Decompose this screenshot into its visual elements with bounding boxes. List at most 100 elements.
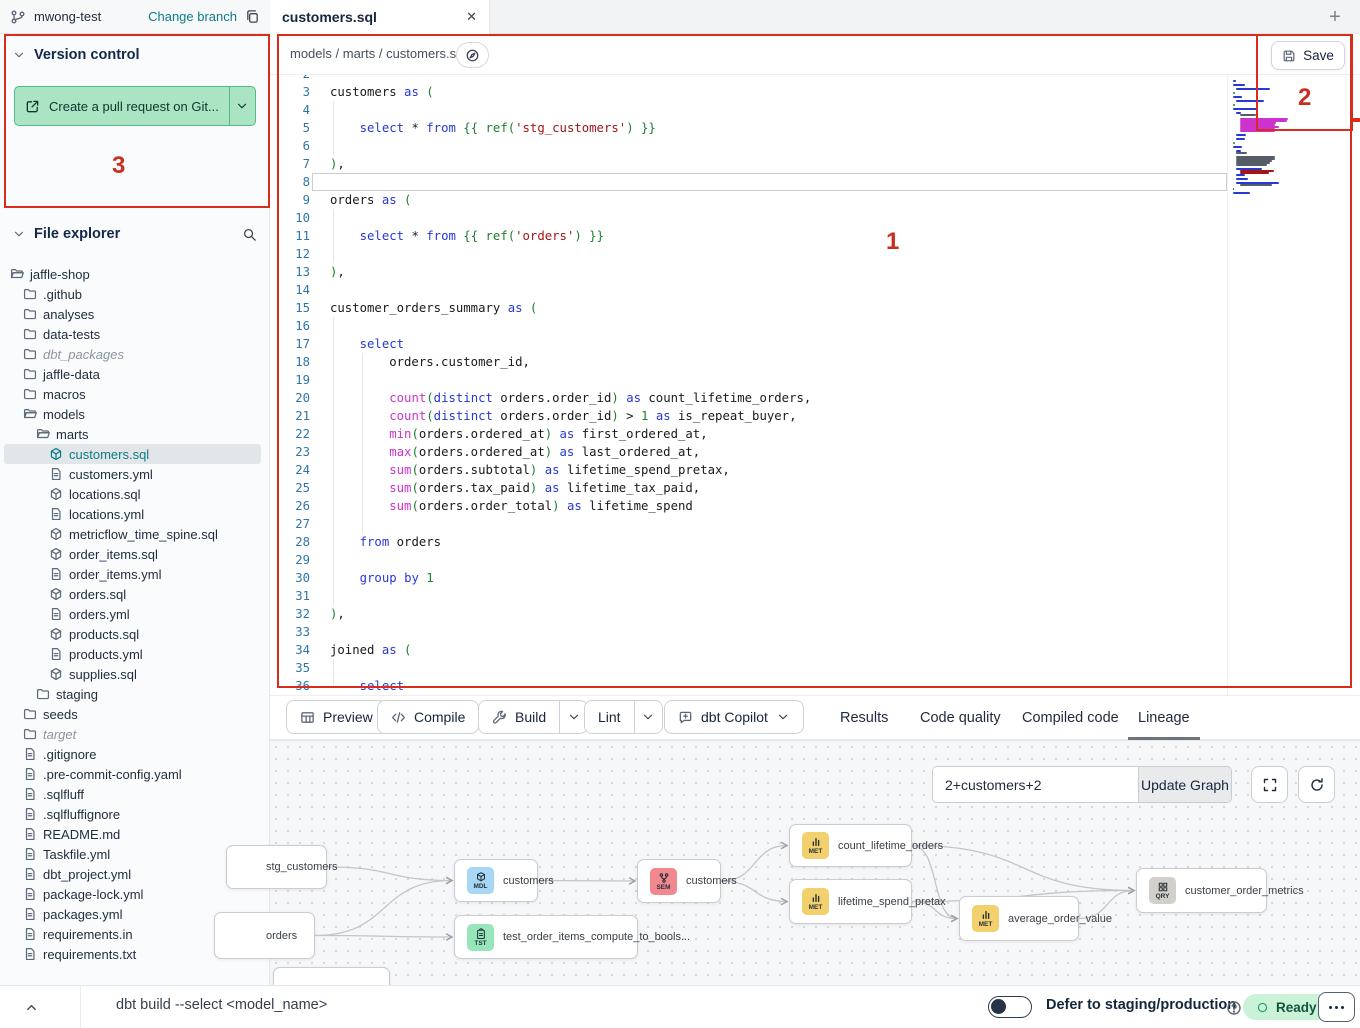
file-icon xyxy=(23,867,37,881)
close-icon[interactable]: ✕ xyxy=(466,9,477,25)
panel-tab-compiled-code[interactable]: Compiled code xyxy=(1012,696,1129,740)
file-tree-item-order-items-yml[interactable]: order_items.yml xyxy=(4,564,261,584)
code-editor[interactable]: 23customers as (45 select * from {{ ref(… xyxy=(270,75,1360,695)
lineage-node-average_order_value[interactable]: METaverage_order_value xyxy=(959,896,1079,941)
lineage-node-customers_sem[interactable]: SEMcustomers xyxy=(637,859,721,903)
file-tree-item-products-sql[interactable]: products.sql xyxy=(4,624,261,644)
panel-tab-code-quality[interactable]: Code quality xyxy=(910,696,1011,740)
lineage-node-stg_customers[interactable]: stg_customers xyxy=(226,845,327,889)
node-label: average_order_value xyxy=(1008,913,1112,925)
file-tree-item-locations-sql[interactable]: locations.sql xyxy=(4,484,261,504)
change-branch-link[interactable]: Change branch xyxy=(148,9,237,24)
file-tree-item-readme-md[interactable]: README.md xyxy=(4,824,261,844)
save-button[interactable]: Save xyxy=(1271,41,1345,70)
node-label: customers xyxy=(503,875,554,887)
file-label: .sqlfluffignore xyxy=(43,807,120,822)
file-label: packages.yml xyxy=(43,907,122,922)
search-icon[interactable] xyxy=(242,227,257,242)
file-tree-item-orders-sql[interactable]: orders.sql xyxy=(4,584,261,604)
file-tree-item--sqlfluffignore[interactable]: .sqlfluffignore xyxy=(4,804,261,824)
chevron-up-icon[interactable] xyxy=(24,999,39,1017)
file-tree-item-jaffle-shop[interactable]: jaffle-shop xyxy=(4,264,261,284)
lineage-filter-input[interactable] xyxy=(933,767,1138,802)
file-tree-item-order-items-sql[interactable]: order_items.sql xyxy=(4,544,261,564)
file-icon xyxy=(23,847,37,861)
file-tree-item-metricflow-time-spine-sql[interactable]: metricflow_time_spine.sql xyxy=(4,524,261,544)
file-tree-item-models[interactable]: models xyxy=(4,404,261,424)
node-label: test_order_items_compute_to_bools... xyxy=(503,931,690,943)
preview-button[interactable]: Preview xyxy=(286,700,387,734)
lineage-node-lifetime_spend_pretax[interactable]: METlifetime_spend_pretax xyxy=(789,879,912,924)
line-number: 31 xyxy=(270,587,310,605)
compile-button[interactable]: Compile xyxy=(377,700,479,734)
compass-button[interactable] xyxy=(456,42,489,68)
dbt-copilot-button[interactable]: dbt Copilot xyxy=(664,700,804,734)
file-tree-item-supplies-sql[interactable]: supplies.sql xyxy=(4,664,261,684)
file-tree-item-orders-yml[interactable]: orders.yml xyxy=(4,604,261,624)
create-pr-button[interactable]: Create a pull request on Git... xyxy=(14,86,256,126)
lineage-node-count_lifetime_orders[interactable]: METcount_lifetime_orders xyxy=(789,824,912,867)
panel-tab-lineage[interactable]: Lineage xyxy=(1128,696,1200,740)
file-icon xyxy=(23,947,37,961)
file-tree-item-taskfile-yml[interactable]: Taskfile.yml xyxy=(4,844,261,864)
folder-icon xyxy=(23,347,37,361)
file-tree-item-package-lock-yml[interactable]: package-lock.yml xyxy=(4,884,261,904)
refresh-button[interactable] xyxy=(1298,766,1335,803)
minimap-row xyxy=(1233,104,1235,106)
minimap-row xyxy=(1233,92,1235,94)
file-tree-item-dbt-packages[interactable]: dbt_packages xyxy=(4,344,261,364)
cli-command[interactable]: dbt build --select <model_name> xyxy=(116,997,327,1013)
version-control-header[interactable]: Version control xyxy=(12,47,257,63)
file-tree-item-target[interactable]: target xyxy=(4,724,261,744)
build-button[interactable]: Build xyxy=(478,700,588,734)
git-branch-icon xyxy=(10,9,26,25)
file-tree-item--gitignore[interactable]: .gitignore xyxy=(4,744,261,764)
file-tree-item--pre-commit-config-yaml[interactable]: .pre-commit-config.yaml xyxy=(4,764,261,784)
fullscreen-button[interactable] xyxy=(1251,766,1288,803)
copy-icon[interactable] xyxy=(245,9,260,24)
file-tree-item-macros[interactable]: macros xyxy=(4,384,261,404)
lint-button[interactable]: Lint xyxy=(584,700,663,734)
file-tree-item-analyses[interactable]: analyses xyxy=(4,304,261,324)
lint-dropdown-toggle[interactable] xyxy=(634,701,662,733)
node-label: stg_customers xyxy=(266,861,338,873)
lineage-node-customer_order_metrics[interactable]: QRYcustomer_order_metrics xyxy=(1136,868,1267,913)
file-tree-item-seeds[interactable]: seeds xyxy=(4,704,261,724)
pr-dropdown-toggle[interactable] xyxy=(229,87,255,125)
build-dropdown-toggle[interactable] xyxy=(559,701,587,733)
file-label: macros xyxy=(43,387,86,402)
file-icon xyxy=(23,887,37,901)
line-number: 33 xyxy=(270,623,310,641)
tab-customers-sql[interactable]: customers.sql ✕ xyxy=(270,0,490,34)
line-number: 29 xyxy=(270,551,310,569)
file-tree-item--sqlfluff[interactable]: .sqlfluff xyxy=(4,784,261,804)
lineage-node-orders[interactable]: orders xyxy=(214,912,315,959)
update-graph-button[interactable]: Update Graph xyxy=(1138,767,1231,802)
file-tree-item-products-yml[interactable]: products.yml xyxy=(4,644,261,664)
new-tab-button[interactable]: + xyxy=(1324,6,1346,28)
panel-tab-results[interactable]: Results xyxy=(830,696,898,740)
lineage-edge xyxy=(315,936,452,938)
lineage-node-test_bools[interactable]: TSTtest_order_items_compute_to_bools... xyxy=(454,915,638,959)
folder-icon xyxy=(23,727,37,741)
file-tree-item-marts[interactable]: marts xyxy=(4,424,261,444)
file-tree-item-customers-yml[interactable]: customers.yml xyxy=(4,464,261,484)
lineage-node-customers_mdl[interactable]: MDLcustomers xyxy=(454,859,538,902)
file-explorer-header[interactable]: File explorer xyxy=(12,226,257,242)
minimap[interactable] xyxy=(1233,80,1325,194)
defer-toggle[interactable] xyxy=(988,996,1032,1018)
file-tree-item-dbt-project-yml[interactable]: dbt_project.yml xyxy=(4,864,261,884)
more-options-button[interactable] xyxy=(1318,992,1355,1022)
file-tree-item-staging[interactable]: staging xyxy=(4,684,261,704)
minimap-row xyxy=(1236,100,1264,102)
file-tree-item-jaffle-data[interactable]: jaffle-data xyxy=(4,364,261,384)
minimap-divider xyxy=(1227,75,1228,695)
minimap-row xyxy=(1233,146,1242,148)
file-tree-item--github[interactable]: .github xyxy=(4,284,261,304)
file-tree-item-customers-sql[interactable]: customers.sql xyxy=(4,444,261,464)
create-pr-label: Create a pull request on Git... xyxy=(49,99,219,114)
file-tree-item-data-tests[interactable]: data-tests xyxy=(4,324,261,344)
help-icon[interactable] xyxy=(1226,999,1242,1017)
file-tree-item-locations-yml[interactable]: locations.yml xyxy=(4,504,261,524)
code-line: orders.customer_id, xyxy=(330,353,530,371)
